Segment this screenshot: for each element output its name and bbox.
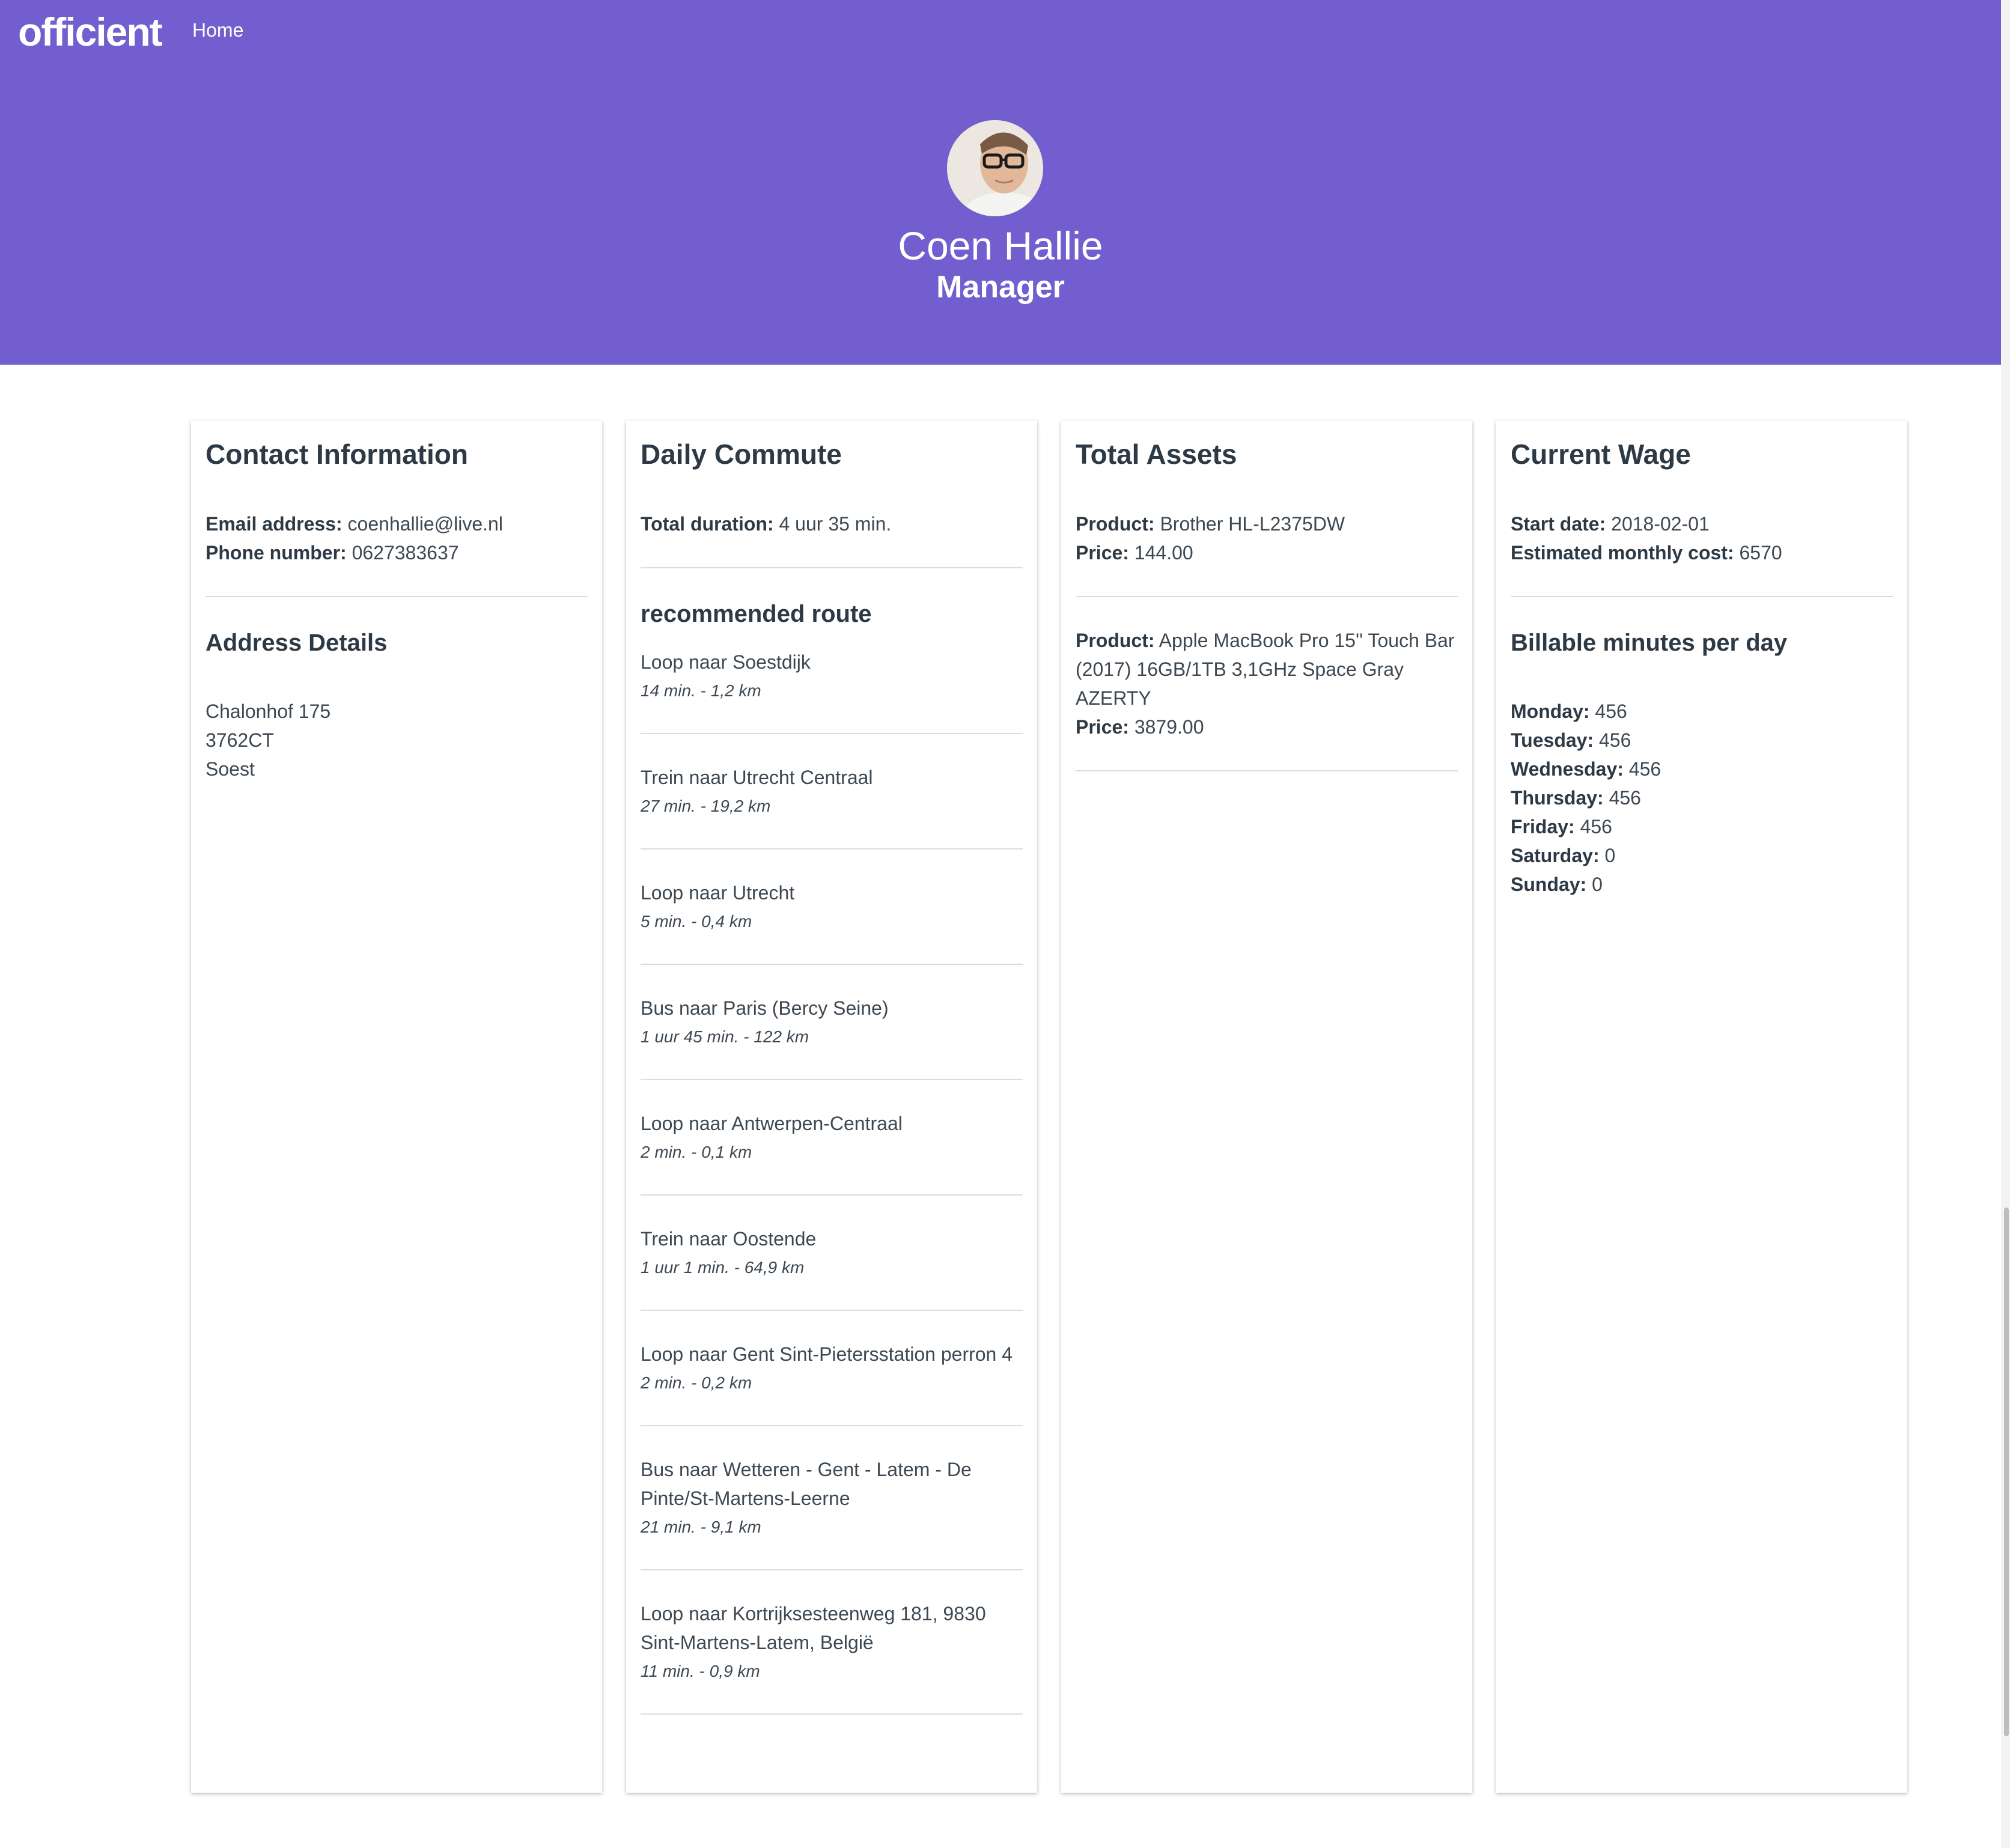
- route-step-title: Loop naar Kortrijksesteenweg 181, 9830 S…: [641, 1603, 986, 1653]
- day-row: Thursday: 456: [1511, 783, 1893, 812]
- duration-value: 4 uur 35 min.: [779, 513, 892, 535]
- phone-row: Phone number: 0627383637: [206, 538, 588, 567]
- assets-title: Total Assets: [1076, 439, 1237, 470]
- route-step-meta: 14 min. - 1,2 km: [641, 681, 761, 700]
- route-step-meta: 2 min. - 0,1 km: [641, 1143, 752, 1161]
- day-value: 0: [1592, 874, 1603, 895]
- route-step-title: Loop naar Gent Sint-Pietersstation perro…: [641, 1343, 1013, 1365]
- monthly-cost-row: Estimated monthly cost: 6570: [1511, 538, 1893, 567]
- contact-card: Contact Information Email address: coenh…: [191, 421, 602, 1793]
- avatar: [947, 120, 1043, 216]
- asset-item: Product: Brother HL-L2375DW Price: 144.0…: [1076, 509, 1458, 597]
- profile-role: Manager: [936, 270, 1065, 305]
- route-step-meta: 11 min. - 0,9 km: [641, 1662, 760, 1680]
- product-value: Brother HL-L2375DW: [1160, 513, 1345, 535]
- day-label: Sunday:: [1511, 874, 1587, 895]
- price-value: 144.00: [1134, 542, 1193, 564]
- route-step: Bus naar Paris (Bercy Seine) 1 uur 45 mi…: [641, 965, 1023, 1080]
- start-date-row: Start date: 2018-02-01: [1511, 509, 1893, 538]
- price-value: 3879.00: [1134, 716, 1204, 738]
- wage-card: Current Wage Start date: 2018-02-01 Esti…: [1496, 421, 1907, 1793]
- route-step: Trein naar Utrecht Centraal 27 min. - 19…: [641, 734, 1023, 850]
- day-label: Friday:: [1511, 816, 1575, 837]
- route-step: Loop naar Gent Sint-Pietersstation perro…: [641, 1311, 1023, 1426]
- start-date-value: 2018-02-01: [1611, 513, 1710, 535]
- phone-label: Phone number:: [206, 542, 347, 564]
- scrollbar-thumb[interactable]: [2004, 1208, 2009, 1736]
- day-label: Saturday:: [1511, 845, 1600, 866]
- route-step-meta: 2 min. - 0,2 km: [641, 1373, 752, 1392]
- product-label: Product:: [1076, 513, 1155, 535]
- contact-title: Contact Information: [206, 439, 468, 470]
- route-step: Loop naar Antwerpen-Centraal 2 min. - 0,…: [641, 1080, 1023, 1196]
- route-step-meta: 21 min. - 9,1 km: [641, 1518, 761, 1536]
- wage-title: Current Wage: [1511, 439, 1691, 470]
- divider: [641, 1713, 1023, 1715]
- monthly-cost-label: Estimated monthly cost:: [1511, 542, 1734, 564]
- route-step-meta: 27 min. - 19,2 km: [641, 797, 771, 815]
- phone-value: 0627383637: [352, 542, 459, 564]
- route-step-title: Loop naar Antwerpen-Centraal: [641, 1113, 903, 1134]
- route-step-title: Loop naar Soestdijk: [641, 651, 811, 673]
- route-step: Loop naar Soestdijk 14 min. - 1,2 km: [641, 631, 1023, 734]
- day-value: 456: [1609, 787, 1641, 809]
- day-row: Saturday: 0: [1511, 841, 1893, 870]
- product-label: Product:: [1076, 630, 1155, 651]
- day-label: Monday:: [1511, 701, 1590, 722]
- route-title: recommended route: [641, 601, 872, 627]
- day-value: 456: [1580, 816, 1612, 837]
- address-title: Address Details: [206, 630, 388, 656]
- price-label: Price:: [1076, 716, 1129, 738]
- address-line: Soest: [206, 758, 255, 780]
- day-label: Tuesday:: [1511, 729, 1594, 751]
- day-label: Thursday:: [1511, 787, 1604, 809]
- day-row: Monday: 456: [1511, 697, 1893, 726]
- duration-label: Total duration:: [641, 513, 774, 535]
- route-step: Loop naar Kortrijksesteenweg 181, 9830 S…: [641, 1570, 1023, 1715]
- asset-item: Product: Apple MacBook Pro 15'' Touch Ba…: [1076, 597, 1458, 771]
- route-step-title: Bus naar Wetteren - Gent - Latem - De Pi…: [641, 1459, 972, 1509]
- commute-card: Daily Commute Total duration: 4 uur 35 m…: [626, 421, 1037, 1793]
- avatar-photo-icon: [947, 120, 1043, 216]
- nav-home-link[interactable]: Home: [192, 16, 243, 44]
- route-step-title: Trein naar Utrecht Centraal: [641, 767, 873, 788]
- billable-title: Billable minutes per day: [1511, 630, 1788, 656]
- start-date-label: Start date:: [1511, 513, 1606, 535]
- commute-title: Daily Commute: [641, 439, 842, 470]
- day-row: Friday: 456: [1511, 812, 1893, 841]
- address-line: 3762CT: [206, 729, 274, 751]
- day-row: Sunday: 0: [1511, 870, 1893, 899]
- day-row: Tuesday: 456: [1511, 726, 1893, 755]
- route-step: Loop naar Utrecht 5 min. - 0,4 km: [641, 850, 1023, 965]
- day-value: 456: [1628, 758, 1661, 780]
- route-step-meta: 5 min. - 0,4 km: [641, 912, 752, 931]
- route-step-title: Trein naar Oostende: [641, 1228, 817, 1250]
- address-line: Chalonhof 175: [206, 701, 331, 722]
- route-step-meta: 1 uur 45 min. - 122 km: [641, 1027, 809, 1046]
- price-label: Price:: [1076, 542, 1129, 564]
- route-step-meta: 1 uur 1 min. - 64,9 km: [641, 1258, 805, 1277]
- day-label: Wednesday:: [1511, 758, 1624, 780]
- day-value: 456: [1595, 701, 1627, 722]
- divider: [1076, 770, 1458, 771]
- email-label: Email address:: [206, 513, 343, 535]
- route-step-title: Bus naar Paris (Bercy Seine): [641, 997, 889, 1019]
- email-value: coenhallie@live.nl: [347, 513, 503, 535]
- day-value: 456: [1599, 729, 1631, 751]
- email-row: Email address: coenhallie@live.nl: [206, 509, 588, 538]
- day-value: 0: [1604, 845, 1616, 866]
- officient-logo[interactable]: officient: [18, 5, 163, 59]
- monthly-cost-value: 6570: [1739, 542, 1782, 564]
- route-step: Trein naar Oostende 1 uur 1 min. - 64,9 …: [641, 1196, 1023, 1311]
- day-row: Wednesday: 456: [1511, 755, 1893, 783]
- route-step-title: Loop naar Utrecht: [641, 882, 795, 904]
- duration-row: Total duration: 4 uur 35 min.: [641, 509, 1023, 538]
- assets-card: Total Assets Product: Brother HL-L2375DW…: [1061, 421, 1472, 1793]
- profile-header: officient Home Coen Hallie Manager: [0, 0, 2001, 365]
- route-step: Bus naar Wetteren - Gent - Latem - De Pi…: [641, 1426, 1023, 1570]
